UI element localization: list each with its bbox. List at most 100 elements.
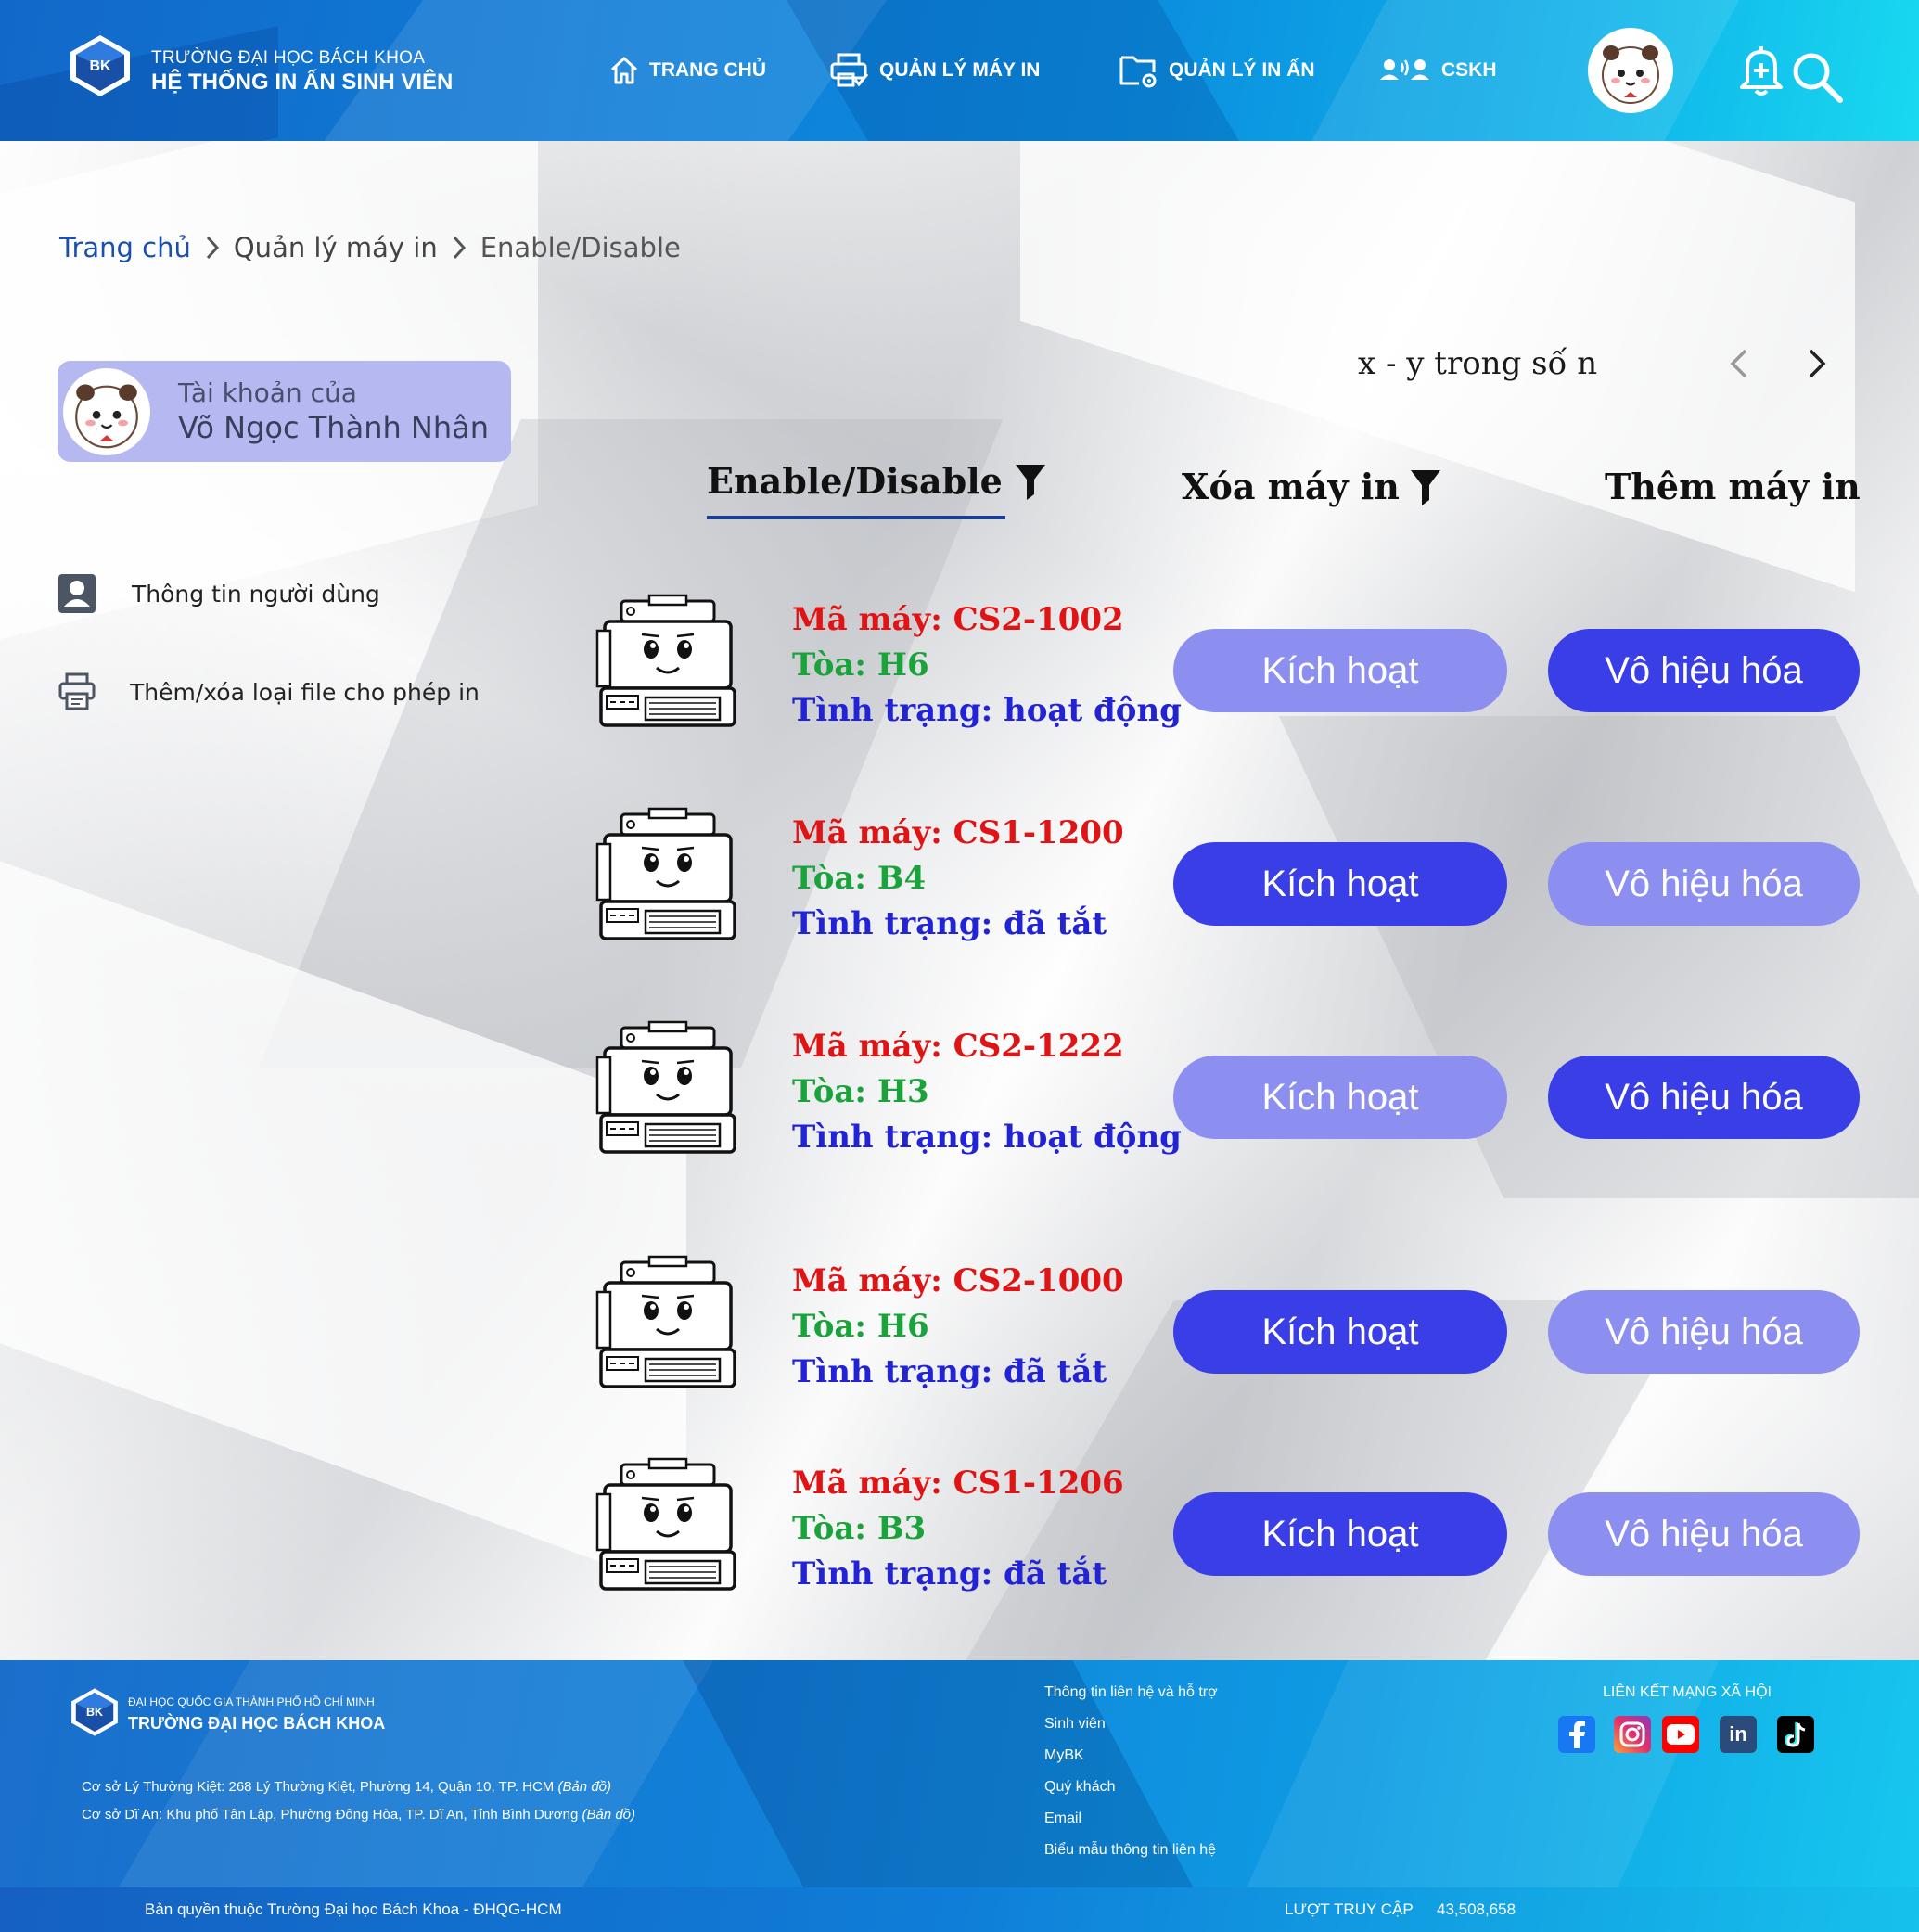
map-link[interactable]: (Bản đồ) [582, 1807, 635, 1823]
logo-text: BK [89, 58, 111, 74]
user-avatar[interactable] [1588, 28, 1673, 113]
social-title: LIÊN KẾT MẠNG XÃ HỘI [1603, 1684, 1772, 1700]
panda-avatar-image [1602, 45, 1659, 104]
sidebar-item-user-info[interactable]: Thông tin người dùng [58, 573, 380, 614]
account-card[interactable]: Tài khoản của Võ Ngọc Thành Nhân [58, 361, 511, 462]
account-name: Võ Ngọc Thành Nhân [178, 410, 490, 445]
logo-text: BK [86, 1706, 103, 1719]
activate-button[interactable]: Kích hoạt [1173, 1056, 1507, 1139]
breadcrumb-home[interactable]: Trang chủ [59, 232, 191, 263]
copyright-text: Bản quyền thuộc Trường Đại học Bách Khoa… [145, 1900, 562, 1918]
nav-home-label: TRANG CHỦ [649, 59, 766, 81]
brand-line-2: HỆ THỐNG IN ẤN SINH VIÊN [151, 70, 454, 95]
sidebar-item-label: Thêm/xóa loại file cho phép in [130, 678, 480, 706]
printer-status: Tình trạng: đã tắt [792, 1353, 1107, 1390]
map-link[interactable]: (Bản đồ) [557, 1779, 611, 1795]
youtube-icon[interactable] [1662, 1716, 1699, 1753]
printer-building: Tòa: H3 [792, 1073, 929, 1110]
pagination-text: x - y trong số n [1358, 345, 1598, 382]
deactivate-button[interactable]: Vô hiệu hóa [1548, 842, 1860, 926]
tiktok-icon[interactable] [1777, 1716, 1814, 1753]
printer-code: Mã máy: CS2-1002 [792, 601, 1124, 638]
instagram-icon[interactable] [1614, 1716, 1651, 1753]
address-text: Cơ sở Lý Thường Kiệt: 268 Lý Thường Kiệt… [82, 1779, 555, 1795]
folder-gear-icon [1119, 56, 1157, 88]
tab-delete-printer[interactable]: Xóa máy in [1182, 466, 1442, 507]
bk-logo[interactable]: BK [67, 33, 134, 98]
printer-info: Mã máy: CS1-1200 Tòa: B4 Tình trạng: đã … [792, 811, 1124, 947]
brand[interactable]: TRƯỜNG ĐẠI HỌC BÁCH KHOA HỆ THỐNG IN ẤN … [151, 48, 453, 96]
support-people-icon [1380, 59, 1429, 80]
footer-link[interactable]: Sinh viên [1044, 1716, 1106, 1733]
nav-printer-management[interactable]: QUẢN LÝ MÁY IN [829, 52, 1040, 89]
printer-info: Mã máy: CS2-1002 Tòa: H6 Tình trạng: hoạ… [792, 597, 1182, 734]
account-avatar [63, 367, 150, 455]
footer-link[interactable]: Thông tin liên hệ và hỗ trợ [1044, 1684, 1218, 1701]
footer-link[interactable]: Quý khách [1044, 1779, 1115, 1796]
printer-status: Tình trạng: đã tắt [792, 1555, 1107, 1593]
printer-mascot-image [594, 594, 742, 733]
footer-link[interactable]: MyBK [1044, 1747, 1084, 1764]
tab-enable-disable[interactable]: Enable/Disable [707, 460, 1047, 502]
tab-add-printer[interactable]: Thêm máy in [1605, 466, 1861, 507]
prev-page-icon[interactable] [1727, 345, 1751, 382]
nav-support-label: CSKH [1441, 59, 1497, 81]
breadcrumb-current: Enable/Disable [480, 232, 681, 263]
printer-mascot-image [594, 1255, 742, 1394]
search-icon[interactable] [1790, 50, 1844, 104]
next-page-icon[interactable] [1805, 345, 1829, 382]
bk-logo-footer[interactable]: BK [69, 1686, 121, 1738]
footer-org-line-1: ĐẠI HỌC QUỐC GIA THÀNH PHỐ HỒ CHÍ MINH [128, 1695, 375, 1708]
deactivate-button[interactable]: Vô hiệu hóa [1548, 1492, 1860, 1576]
footer: BK ĐẠI HỌC QUỐC GIA THÀNH PHỐ HỒ CHÍ MIN… [0, 1660, 1919, 1887]
nav-print-management[interactable]: QUẢN LÝ IN ẤN [1119, 52, 1315, 89]
printer-building: Tòa: B4 [792, 860, 927, 897]
filter-icon[interactable] [1014, 461, 1047, 502]
nav-home[interactable]: TRANG CHỦ [608, 52, 766, 89]
deactivate-button[interactable]: Vô hiệu hóa [1548, 629, 1860, 712]
visits-count: 43,508,658 [1437, 1900, 1516, 1918]
printer-mascot-image [594, 807, 742, 946]
printer-info: Mã máy: CS1-1206 Tòa: B3 Tình trạng: đã … [792, 1461, 1124, 1597]
panda-avatar-image [75, 383, 138, 448]
chevron-right-icon [451, 234, 467, 262]
notification-bell-icon[interactable] [1738, 41, 1785, 98]
printer-code: Mã máy: CS2-1222 [792, 1028, 1124, 1065]
printer-building: Tòa: B3 [792, 1510, 927, 1547]
facebook-icon[interactable] [1558, 1716, 1595, 1753]
tab-label: Enable/Disable [707, 460, 1003, 502]
footer-org-line-2: TRƯỜNG ĐẠI HỌC BÁCH KHOA [128, 1714, 386, 1733]
footer-link[interactable]: Biểu mẫu thông tin liên hệ [1044, 1842, 1216, 1859]
top-header: BK TRƯỜNG ĐẠI HỌC BÁCH KHOA HỆ THỐNG IN … [0, 0, 1919, 141]
printer-building: Tòa: H6 [792, 646, 929, 684]
footer-link[interactable]: Email [1044, 1810, 1081, 1827]
nav-print-label: QUẢN LÝ IN ẤN [1169, 59, 1315, 81]
header-shard [1287, 0, 1755, 141]
address-text: Cơ sở Dĩ An: Khu phố Tân Lập, Phường Đôn… [82, 1807, 579, 1823]
printer-mascot-image [594, 1020, 742, 1159]
activate-button[interactable]: Kích hoạt [1173, 842, 1507, 926]
breadcrumb: Trang chủ Quản lý máy in Enable/Disable [59, 232, 681, 263]
nav-support[interactable]: CSKH [1378, 52, 1497, 89]
copyright-bar: Bản quyền thuộc Trường Đại học Bách Khoa… [0, 1887, 1919, 1932]
breadcrumb-section[interactable]: Quản lý máy in [234, 232, 438, 263]
user-icon [58, 574, 96, 613]
printer-code: Mã máy: CS2-1000 [792, 1262, 1124, 1299]
activate-button[interactable]: Kích hoạt [1173, 1290, 1507, 1374]
activate-button[interactable]: Kích hoạt [1173, 629, 1507, 712]
brand-line-1: TRƯỜNG ĐẠI HỌC BÁCH KHOA [151, 48, 426, 68]
sidebar-item-file-types[interactable]: Thêm/xóa loại file cho phép in [58, 672, 480, 712]
visits-label: LƯỢT TRUY CẬP [1285, 1900, 1414, 1918]
activate-button[interactable]: Kích hoạt [1173, 1492, 1507, 1576]
footer-address-1: Cơ sở Lý Thường Kiệt: 268 Lý Thường Kiệt… [82, 1779, 611, 1795]
deactivate-button[interactable]: Vô hiệu hóa [1548, 1290, 1860, 1374]
filter-icon[interactable] [1409, 467, 1442, 507]
account-label: Tài khoản của [178, 377, 357, 408]
deactivate-button[interactable]: Vô hiệu hóa [1548, 1056, 1860, 1139]
linkedin-icon[interactable]: in [1720, 1716, 1757, 1753]
footer-address-2: Cơ sở Dĩ An: Khu phố Tân Lập, Phường Đôn… [82, 1807, 635, 1823]
printer-code: Mã máy: CS1-1200 [792, 814, 1124, 851]
home-icon [610, 57, 638, 84]
printer-info: Mã máy: CS2-1000 Tòa: H6 Tình trạng: đã … [792, 1259, 1124, 1395]
printer-building: Tòa: H6 [792, 1308, 929, 1345]
